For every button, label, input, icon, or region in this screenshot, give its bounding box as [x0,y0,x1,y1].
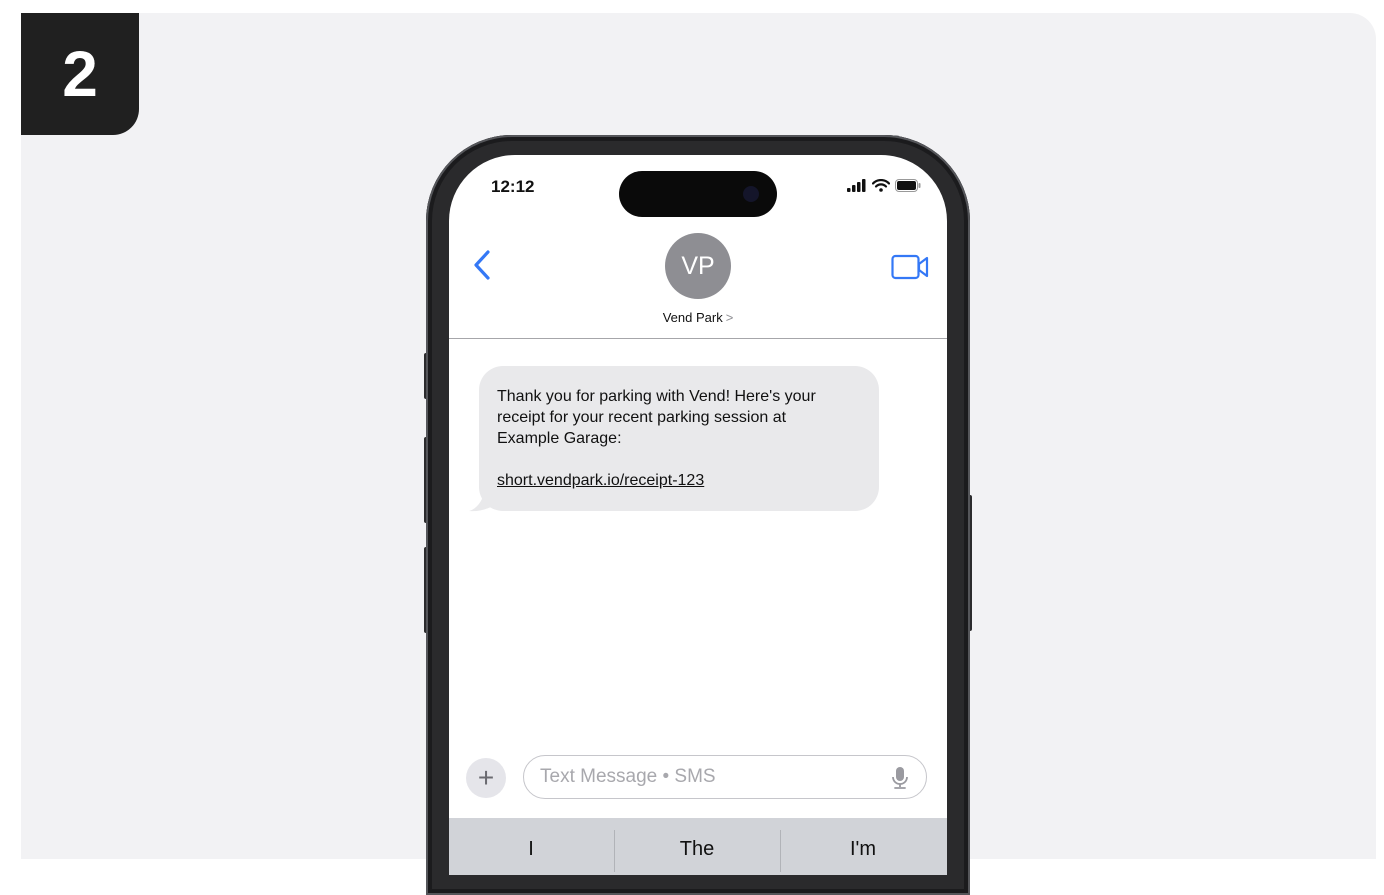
receipt-link[interactable]: short.vendpark.io/receipt-123 [497,470,704,491]
video-call-icon[interactable] [891,253,929,281]
message-line: Example Garage: [497,430,622,447]
signal-icon [847,179,866,192]
message-input[interactable] [523,755,927,799]
contact-name-button[interactable]: Vend Park > [449,310,947,325]
suggestion[interactable]: I'm [781,838,945,861]
step-badge: 2 [21,13,139,135]
message-line: receipt for your recent parking session … [497,409,787,426]
received-message-bubble: Thank you for parking with Vend! Here's … [479,366,879,511]
front-camera [743,186,759,202]
chevron-right-icon: > [725,310,734,325]
step-number: 2 [62,38,98,110]
header-divider [449,338,947,339]
status-time: 12:12 [491,177,535,196]
phone-screen: 12:12 VP Vend Park > Thank you for parki… [449,155,947,875]
message-line: Thank you for parking with Vend! Here's … [497,388,816,405]
status-icons [847,179,921,192]
wifi-icon [872,179,890,192]
battery-icon [895,179,921,192]
suggestion[interactable]: The [615,838,779,861]
contact-avatar[interactable]: VP [665,233,731,299]
predictive-text-bar: I The I'm [449,818,947,875]
back-chevron-icon[interactable] [471,249,493,281]
add-attachment-button[interactable]: + [466,758,506,798]
contact-name: Vend Park [662,310,723,325]
microphone-icon[interactable] [891,766,909,790]
suggestion[interactable]: I [449,838,613,861]
dynamic-island [619,171,777,217]
avatar-initials: VP [681,251,715,280]
